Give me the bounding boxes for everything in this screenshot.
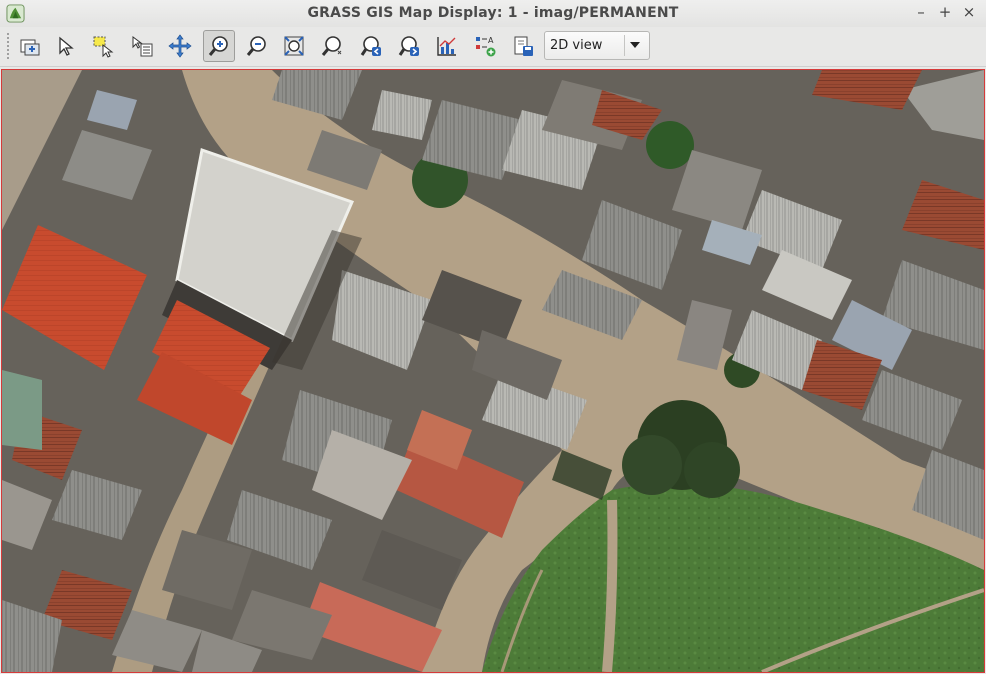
zoom-out-button[interactable] [241,30,273,62]
svg-text:A: A [488,36,494,45]
analyze-icon [437,37,456,56]
save-display-button[interactable] [507,30,539,62]
decorations-icon: A [476,36,496,57]
zoom-back-icon [360,36,381,56]
select-region-icon [93,36,114,58]
pan-button[interactable] [164,30,196,62]
pointer-icon [59,36,74,56]
zoom-extent-button[interactable] [278,30,310,62]
zoom-out-icon [246,36,266,56]
chevron-down-icon [630,42,640,48]
view-mode-select[interactable]: 2D view [544,31,650,60]
query-icon [132,36,153,57]
toolbar-grip[interactable] [6,32,10,60]
decorations-button[interactable]: A [469,30,501,62]
aerial-imagery [2,70,984,672]
add-map-layers-icon [20,39,40,56]
title-bar[interactable]: GRASS GIS Map Display: 1 - imag/PERMANEN… [0,0,986,27]
grass-map-display-window: GRASS GIS Map Display: 1 - imag/PERMANEN… [0,0,986,674]
pan-icon [168,34,192,58]
add-map-layers-button[interactable] [14,30,46,62]
minimize-button[interactable]: – [912,3,930,21]
map-toolbar: A 2D view [0,27,986,67]
window-title: GRASS GIS Map Display: 1 - imag/PERMANEN… [307,5,679,21]
maximize-button[interactable]: + [936,3,954,21]
zoom-options-button[interactable] [316,30,348,62]
zoom-back-button[interactable] [355,30,387,62]
zoom-forward-button[interactable] [393,30,425,62]
view-mode-value: 2D view [550,38,603,53]
map-canvas[interactable] [1,69,985,673]
zoom-forward-icon [398,36,419,56]
zoom-in-icon [208,36,228,56]
zoom-in-button[interactable] [203,30,235,62]
zoom-options-icon [321,36,342,56]
query-button[interactable] [126,30,158,62]
pointer-button[interactable] [50,30,82,62]
select-region-button[interactable] [87,30,119,62]
analyze-button[interactable] [431,30,463,62]
close-button[interactable]: × [960,3,978,21]
zoom-extent-icon [284,36,304,56]
save-display-icon [514,36,533,56]
